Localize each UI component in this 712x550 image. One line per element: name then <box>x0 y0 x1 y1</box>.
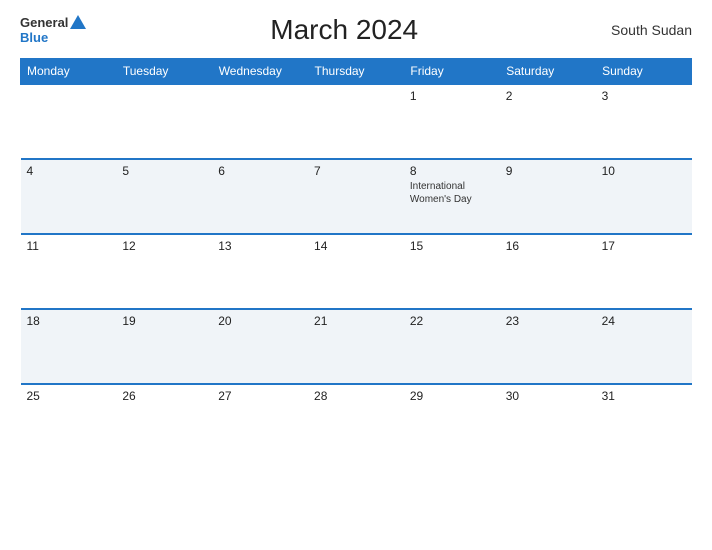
day-number: 29 <box>410 389 494 403</box>
header-saturday: Saturday <box>500 59 596 85</box>
calendar-cell: 17 <box>596 234 692 309</box>
day-number: 11 <box>27 239 111 253</box>
header-sunday: Sunday <box>596 59 692 85</box>
header-monday: Monday <box>21 59 117 85</box>
calendar-cell: 30 <box>500 384 596 459</box>
calendar-week-row: 25 26 27 28 29 30 31 <box>21 384 692 459</box>
day-number: 24 <box>602 314 686 328</box>
calendar-cell: 10 <box>596 159 692 234</box>
calendar-cell: 5 <box>116 159 212 234</box>
calendar-cell: 12 <box>116 234 212 309</box>
day-number: 25 <box>27 389 111 403</box>
calendar-cell: 1 <box>404 84 500 159</box>
calendar-cell: 8 International Women's Day <box>404 159 500 234</box>
calendar-cell: 4 <box>21 159 117 234</box>
calendar-cell: 26 <box>116 384 212 459</box>
day-number: 31 <box>602 389 686 403</box>
day-number: 18 <box>27 314 111 328</box>
day-number: 16 <box>506 239 590 253</box>
calendar-cell: 29 <box>404 384 500 459</box>
calendar-week-row: 45678 International Women's Day 9 10 <box>21 159 692 234</box>
day-number: 23 <box>506 314 590 328</box>
day-number: 20 <box>218 314 302 328</box>
calendar-week-row: 11 12 13 14 15 16 17 <box>21 234 692 309</box>
calendar-cell: 16 <box>500 234 596 309</box>
header-friday: Friday <box>404 59 500 85</box>
calendar-cell: 21 <box>308 309 404 384</box>
calendar-cell: 20 <box>212 309 308 384</box>
day-number: 19 <box>122 314 206 328</box>
calendar-title: March 2024 <box>86 14 602 46</box>
day-number: 14 <box>314 239 398 253</box>
calendar-cell: 6 <box>212 159 308 234</box>
country-name: South Sudan <box>602 22 692 38</box>
calendar-cell: 3 <box>596 84 692 159</box>
day-number: 7 <box>314 164 398 178</box>
calendar-cell <box>308 84 404 159</box>
calendar-cell <box>116 84 212 159</box>
weekday-header-row: Monday Tuesday Wednesday Thursday Friday… <box>21 59 692 85</box>
calendar-cell: 7 <box>308 159 404 234</box>
day-number: 8 <box>410 164 494 178</box>
calendar-cell: 22 <box>404 309 500 384</box>
day-number: 12 <box>122 239 206 253</box>
calendar-table: Monday Tuesday Wednesday Thursday Friday… <box>20 58 692 459</box>
day-number: 6 <box>218 164 302 178</box>
calendar-cell: 19 <box>116 309 212 384</box>
day-number: 2 <box>506 89 590 103</box>
header-tuesday: Tuesday <box>116 59 212 85</box>
calendar-cell <box>21 84 117 159</box>
day-number: 9 <box>506 164 590 178</box>
logo-blue-text: Blue <box>20 30 48 45</box>
calendar-cell: 28 <box>308 384 404 459</box>
day-number: 1 <box>410 89 494 103</box>
calendar-cell: 9 <box>500 159 596 234</box>
calendar-cell <box>212 84 308 159</box>
calendar-cell: 27 <box>212 384 308 459</box>
calendar-cell: 25 <box>21 384 117 459</box>
page: General Blue March 2024 South Sudan Mond… <box>0 0 712 550</box>
day-number: 22 <box>410 314 494 328</box>
day-number: 5 <box>122 164 206 178</box>
calendar-cell: 2 <box>500 84 596 159</box>
calendar-cell: 13 <box>212 234 308 309</box>
day-number: 13 <box>218 239 302 253</box>
calendar-cell: 11 <box>21 234 117 309</box>
day-number: 3 <box>602 89 686 103</box>
calendar-week-row: 18 19 20 21 22 23 24 <box>21 309 692 384</box>
day-number: 28 <box>314 389 398 403</box>
calendar-cell: 23 <box>500 309 596 384</box>
event-label: International Women's Day <box>410 180 494 206</box>
calendar-cell: 24 <box>596 309 692 384</box>
day-number: 10 <box>602 164 686 178</box>
calendar-cell: 18 <box>21 309 117 384</box>
day-number: 30 <box>506 389 590 403</box>
calendar-cell: 15 <box>404 234 500 309</box>
calendar-cell: 31 <box>596 384 692 459</box>
calendar-cell: 14 <box>308 234 404 309</box>
logo: General Blue <box>20 15 86 45</box>
logo-triangle-icon <box>70 15 86 29</box>
day-number: 17 <box>602 239 686 253</box>
header-wednesday: Wednesday <box>212 59 308 85</box>
day-number: 15 <box>410 239 494 253</box>
day-number: 4 <box>27 164 111 178</box>
header-thursday: Thursday <box>308 59 404 85</box>
day-number: 27 <box>218 389 302 403</box>
day-number: 26 <box>122 389 206 403</box>
header: General Blue March 2024 South Sudan <box>20 10 692 50</box>
calendar-week-row: 123 <box>21 84 692 159</box>
day-number: 21 <box>314 314 398 328</box>
logo-general-text: General <box>20 15 68 30</box>
